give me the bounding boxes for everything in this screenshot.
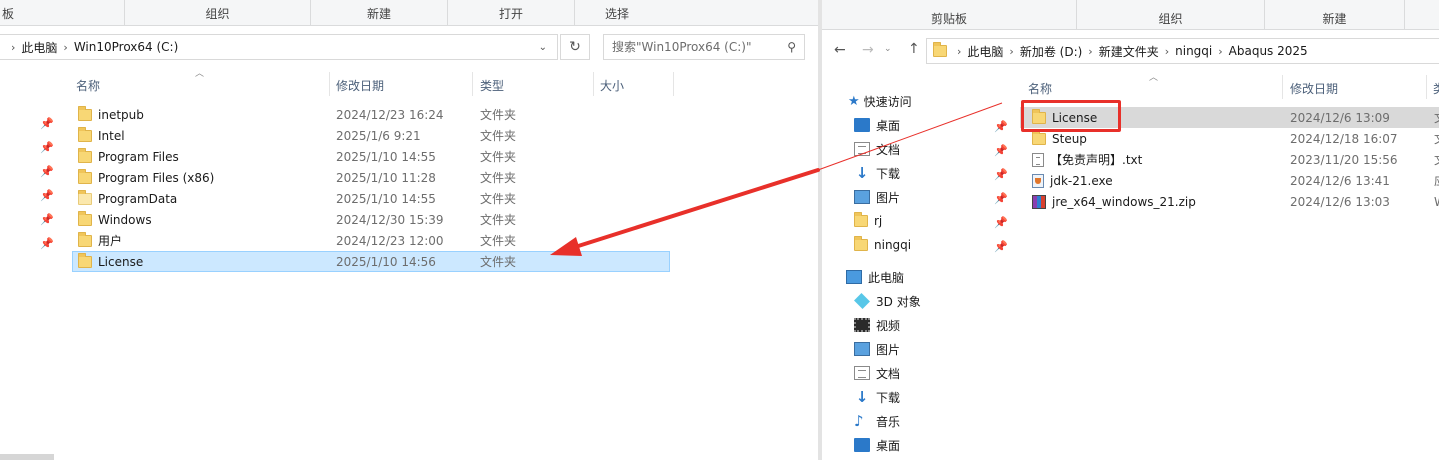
annotation-arrow-thin-line	[817, 102, 1003, 171]
annotation-arrow-head	[550, 237, 582, 256]
annotation-arrow-shaft	[570, 168, 820, 250]
annotation-arrow	[550, 102, 1003, 256]
